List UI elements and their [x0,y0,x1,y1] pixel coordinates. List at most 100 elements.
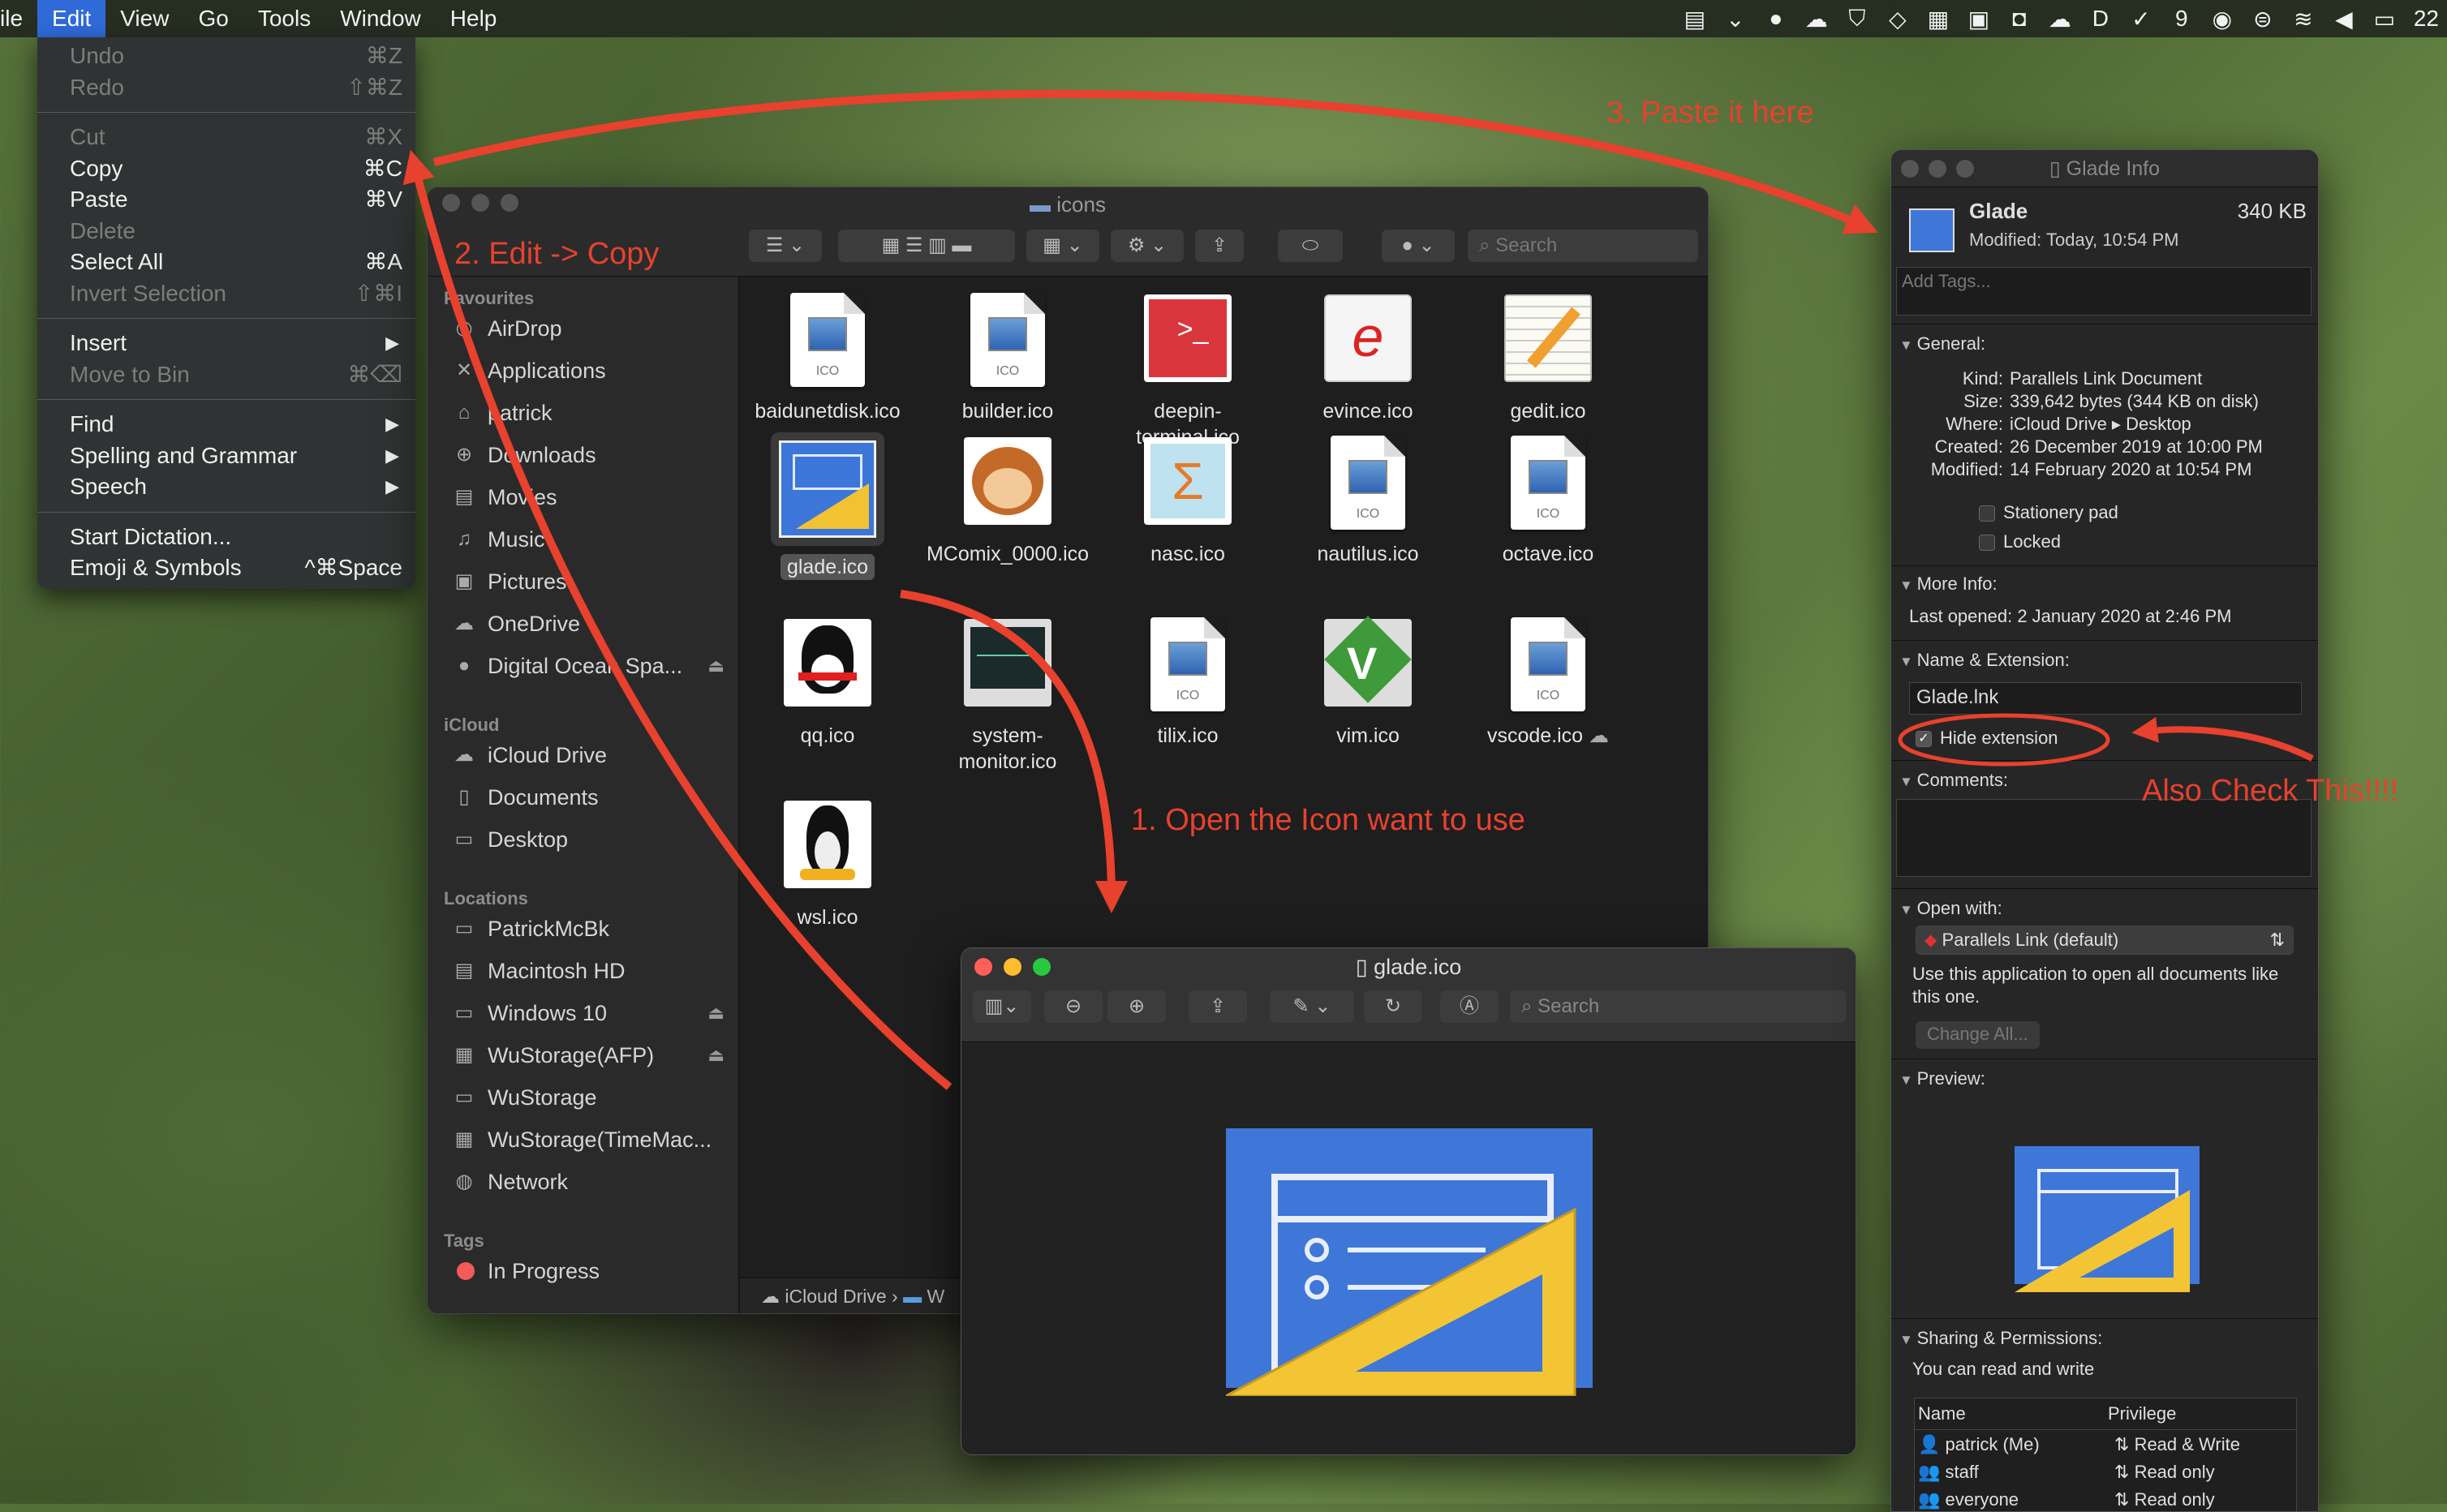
file-item[interactable]: ICO baidunetdisk.ico [740,290,915,424]
file-item[interactable]: e evince.ico [1280,290,1456,424]
file-item[interactable]: V vim.ico [1280,614,1456,749]
table-row[interactable]: 👥 staff [1918,1462,1979,1483]
view-mode-buttons[interactable]: ▦ ☰ ▥ ▬ [838,230,1015,262]
gear-icon[interactable]: ⚙ ⌄ [1111,230,1184,262]
file-item[interactable]: system-monitor.ico [920,614,1095,775]
battery-icon[interactable]: ▭ [2373,6,2396,32]
sidebar-item-tag-in-progress[interactable]: In Progress [452,1250,728,1292]
file-item[interactable]: wsl.ico [740,796,915,930]
display-icon[interactable]: ▣ [1967,6,1990,32]
grid-icon[interactable]: ▦ [1927,6,1950,32]
sidebar-toggle-button[interactable]: ▥⌄ [973,990,1031,1023]
menu-tools[interactable]: Tools [243,0,325,37]
markup-button[interactable]: Ⓐ [1440,990,1499,1023]
menu-view[interactable]: View [105,0,183,37]
menu-redo[interactable]: Redo ⇧⌘Z [37,72,415,104]
menu-select-all[interactable]: Select All ⌘A [37,247,415,278]
menu-window[interactable]: Window [325,0,436,37]
toggle-icon[interactable]: ⊜ [2251,6,2274,32]
share-button[interactable]: ⇪ [1189,990,1247,1023]
stop-icon[interactable]: ◉ [2211,6,2234,32]
file-item[interactable]: gedit.ico [1460,290,1636,424]
name-field[interactable]: Glade.lnk [1909,682,2302,715]
section-comments[interactable]: Comments: [1899,770,2008,791]
sidebar-item-music[interactable]: ♫ Music [452,518,728,561]
file-item[interactable]: >_ deepin-terminal.ico [1100,290,1275,450]
menu-move-to-bin[interactable]: Move to Bin ⌘⌫ [37,359,415,391]
locked-checkbox[interactable]: Locked [1979,531,2061,552]
chevron-down-icon[interactable]: ⌄ [1724,6,1747,32]
sidebar-item-pictures[interactable]: ▣ Pictures [452,561,728,603]
file-item[interactable]: ICO tilix.ico [1100,614,1275,749]
sidebar-item-wustorage-timemachine[interactable]: ▦ WuStorage(TimeMac... [452,1119,728,1161]
cpu-count[interactable]: 9 [2170,6,2193,32]
menu-copy[interactable]: Copy ⌘C [37,153,415,185]
table-row[interactable]: 👤 patrick (Me) [1918,1434,2040,1455]
share-icon[interactable]: ⇪ [1195,230,1244,262]
rotate-button[interactable]: ↻ [1364,990,1422,1023]
section-sharing[interactable]: Sharing & Permissions: [1899,1328,2103,1349]
tag-icon[interactable]: ⬭ [1278,230,1343,262]
menu-file[interactable]: ile [0,0,37,37]
sidebar-item-icloud-drive[interactable]: ☁ iCloud Drive [452,734,728,776]
file-item[interactable]: Σ nasc.ico [1100,432,1275,567]
cloud-upload-icon[interactable]: ☁ [1805,6,1828,32]
file-item[interactable]: ICO nautilus.ico [1280,432,1456,567]
menu-go[interactable]: Go [183,0,243,37]
menu-undo[interactable]: Undo ⌘Z [37,41,415,72]
section-preview[interactable]: Preview: [1899,1068,1985,1089]
wifi-icon[interactable]: ≋ [2292,6,2315,32]
zoom-in-button[interactable]: ⊕ [1107,990,1166,1023]
check-circle-icon[interactable]: ✓ [2130,6,2152,32]
sidebar-item-downloads[interactable]: ⊕ Downloads [452,434,728,476]
privilege-select[interactable]: ⇅ Read only [2114,1462,2215,1483]
sidebar-item-applications[interactable]: ✕ Applications [452,350,728,392]
group-button[interactable]: ▦ ⌄ [1026,230,1099,262]
sidebar-item-digital-ocean[interactable]: ● Digital Ocean Spa... ⏏ [452,645,728,687]
sidebar-item-movies[interactable]: ▤ Movies [452,476,728,518]
change-all-button[interactable]: Change All... [1916,1021,2040,1049]
path-item-folder[interactable]: W [927,1286,945,1307]
squirrel-icon[interactable]: ● [1765,6,1787,32]
stationery-checkbox[interactable]: Stationery pad [1979,502,2118,523]
open-with-select[interactable]: ⬥ Parallels Link (default) ⇅ [1916,926,2294,955]
section-name-extension[interactable]: Name & Extension: [1899,650,2070,671]
section-more-info[interactable]: More Info: [1899,573,1998,595]
path-item-icloud[interactable]: iCloud Drive [785,1286,886,1307]
sort-button[interactable]: ☰ ⌄ [749,230,822,262]
sidebar-item-wustorage-afp[interactable]: ▦ WuStorage(AFP) ⏏ [452,1034,728,1076]
sidebar-item-windows-10[interactable]: ▭ Windows 10 ⏏ [452,992,728,1034]
sidebar-item-airdrop[interactable]: ◎ AirDrop [452,307,728,350]
menu-edit[interactable]: Edit [37,0,106,37]
clock[interactable]: 22 [2414,6,2439,32]
file-item[interactable]: qq.ico [740,614,915,749]
search-input[interactable]: ⌕ Search [1468,230,1698,262]
menu-cut[interactable]: Cut ⌘X [37,122,415,153]
bag-icon[interactable]: ◘ [2008,6,2031,32]
menu-find[interactable]: Find ▶ [37,409,415,440]
sidebar-item-wustorage[interactable]: ▭ WuStorage [452,1076,728,1119]
eject-icon[interactable]: ⏏ [707,992,725,1034]
menu-invert-selection[interactable]: Invert Selection ⇧⌘I [37,278,415,310]
search-input[interactable]: ⌕ Search [1510,990,1846,1023]
sidebar-item-onedrive[interactable]: ☁ OneDrive [452,603,728,645]
volume-icon[interactable]: ◀ [2333,6,2355,32]
privilege-select[interactable]: ⇅ Read only [2114,1489,2215,1510]
sidebar-item-network[interactable]: ◍ Network [452,1161,728,1203]
sidebar-item-documents[interactable]: ▯ Documents [452,776,728,818]
column-header-privilege[interactable]: Privilege [2108,1403,2176,1424]
eject-icon[interactable]: ⏏ [707,645,725,687]
file-item-selected[interactable]: glade.ico [740,432,915,580]
section-general[interactable]: General: [1899,333,1985,354]
menu-delete[interactable]: Delete [37,216,415,247]
sidebar-item-patrick[interactable]: ⌂ patrick [452,392,728,434]
menu-insert[interactable]: Insert ▶ [37,328,415,359]
column-header-name[interactable]: Name [1918,1403,1966,1424]
menu-spelling[interactable]: Spelling and Grammar ▶ [37,440,415,472]
fox-icon[interactable]: ◇ [1886,6,1909,32]
hide-extension-checkbox[interactable]: ✓ Hide extension [1916,728,2058,749]
zoom-out-button[interactable]: ⊖ [1044,990,1103,1023]
sidebar-item-macintosh-hd[interactable]: ▤ Macintosh HD [452,950,728,992]
d-icon[interactable]: D [2089,6,2112,32]
table-row[interactable]: 👥 everyone [1918,1489,2019,1510]
